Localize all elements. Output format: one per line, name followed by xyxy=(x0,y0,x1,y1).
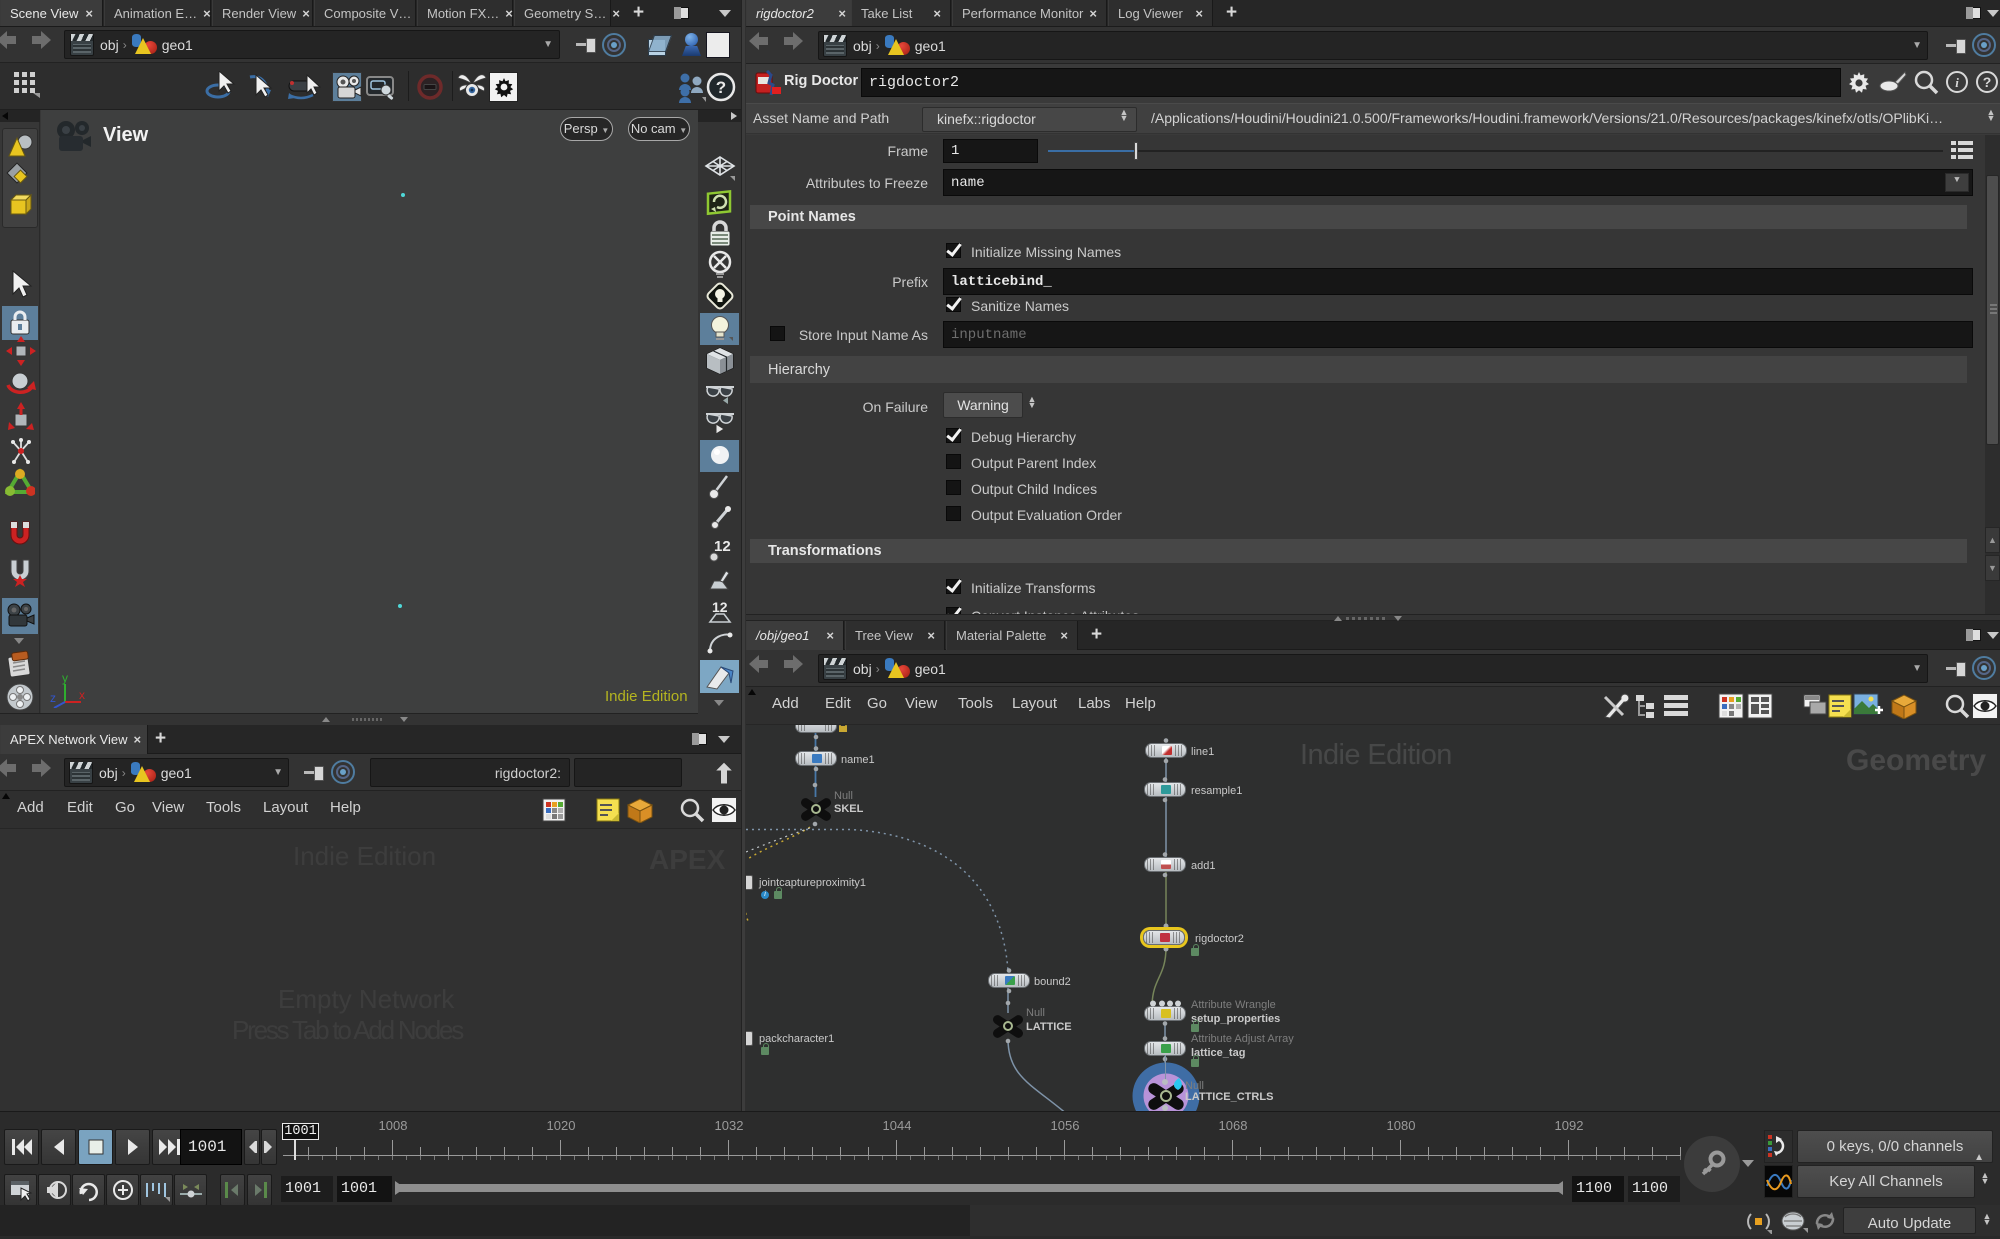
svg-text:?: ? xyxy=(716,78,726,97)
svg-text:12: 12 xyxy=(712,599,728,615)
svg-text:i: i xyxy=(1955,75,1959,90)
svg-text:x: x xyxy=(79,688,85,702)
svg-text:12: 12 xyxy=(714,538,731,555)
svg-text:y: y xyxy=(62,672,68,685)
svg-text:z: z xyxy=(50,691,56,705)
svg-text:?: ? xyxy=(1983,74,1992,90)
